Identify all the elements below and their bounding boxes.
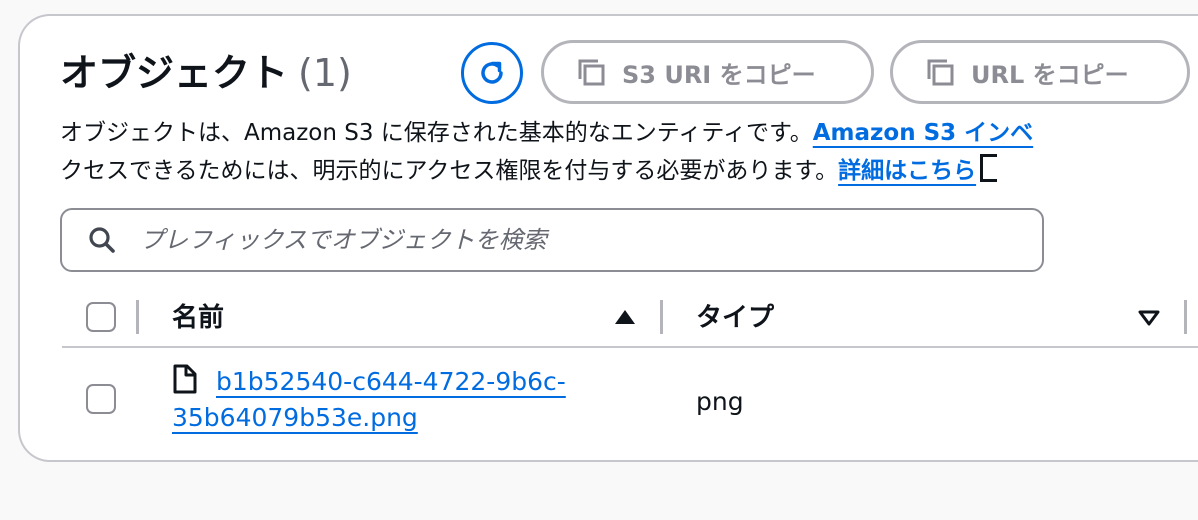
copy-icon xyxy=(927,59,954,86)
file-icon xyxy=(173,364,197,394)
object-name-link[interactable]: b1b52540-c644-4722-9b6c-35b64079b53e.png xyxy=(172,367,566,432)
copy-url-label: URL をコピー xyxy=(971,60,1129,89)
description-line-1: オブジェクトは、Amazon S3 に保存された基本的なエンティティです。Ama… xyxy=(60,114,1033,152)
column-divider xyxy=(136,300,139,334)
row-checkbox[interactable] xyxy=(86,384,116,414)
column-resize-handle[interactable] xyxy=(1184,300,1187,334)
refresh-icon xyxy=(481,61,503,84)
select-all-checkbox[interactable] xyxy=(86,302,116,332)
column-header-type[interactable]: タイプ xyxy=(696,300,774,336)
column-resize-handle[interactable] xyxy=(660,300,663,334)
object-count: (1) xyxy=(298,51,352,95)
copy-url-button[interactable]: URL をコピー xyxy=(890,40,1190,104)
column-header-name[interactable]: 名前 xyxy=(172,300,224,336)
search-input[interactable] xyxy=(138,225,1002,255)
description-line-2: クセスできるためには、明示的にアクセス権限を付与する必要があります。詳細はこちら xyxy=(60,152,1033,190)
inventory-link[interactable]: Amazon S3 インベ xyxy=(813,120,1033,146)
copy-s3-uri-label: S3 URI をコピー xyxy=(622,60,816,89)
description-text-2: クセスできるためには、明示的にアクセス権限を付与する必要があります。 xyxy=(60,158,839,184)
object-type-cell: png xyxy=(696,387,744,416)
page-title: オブジェクト (1) xyxy=(60,48,352,98)
external-link-icon xyxy=(980,154,998,182)
search-icon xyxy=(89,227,115,253)
sort-ascending-icon[interactable] xyxy=(614,309,636,325)
copy-s3-uri-button[interactable]: S3 URI をコピー xyxy=(541,40,874,104)
table-row-name-cell: b1b52540-c644-4722-9b6c-35b64079b53e.png xyxy=(172,364,632,436)
search-box xyxy=(60,208,1044,272)
refresh-button[interactable] xyxy=(461,42,523,104)
title-text: オブジェクト xyxy=(60,51,289,95)
objects-description: オブジェクトは、Amazon S3 に保存された基本的なエンティティです。Ama… xyxy=(60,114,1033,190)
description-text-1: オブジェクトは、Amazon S3 に保存された基本的なエンティティです。 xyxy=(60,120,813,146)
copy-icon xyxy=(578,59,605,86)
header-row-divider xyxy=(62,346,1198,348)
sort-descending-icon[interactable] xyxy=(1138,310,1160,326)
learn-more-link[interactable]: 詳細はこちら xyxy=(838,158,976,184)
